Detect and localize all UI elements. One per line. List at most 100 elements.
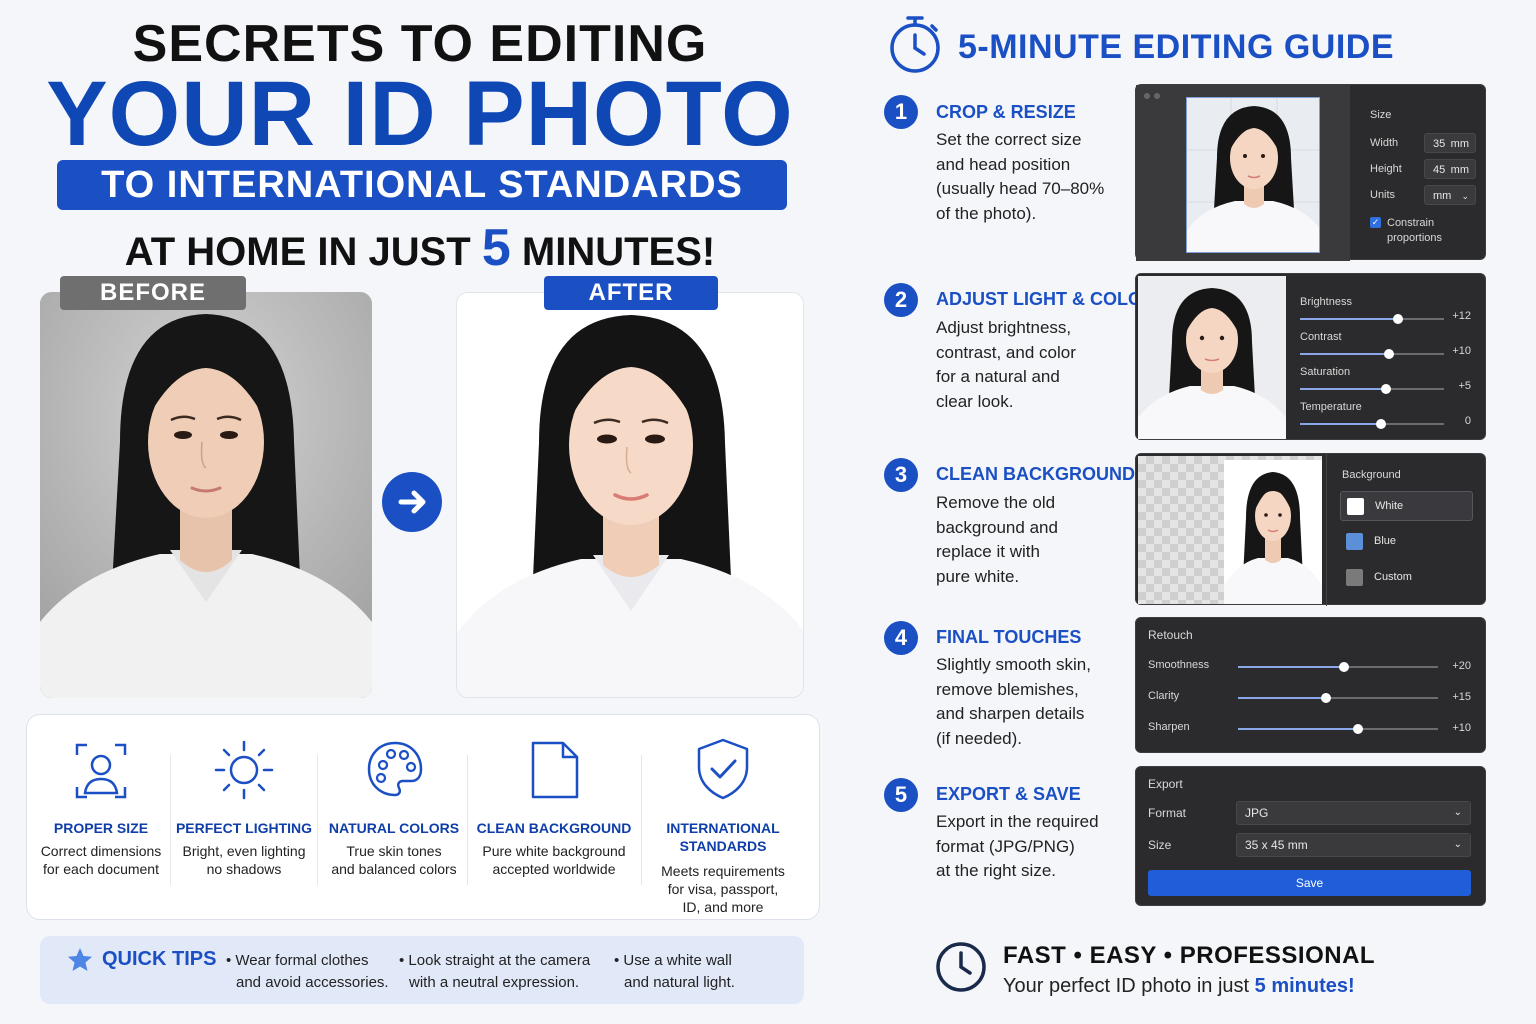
slider-track[interactable] [1300, 384, 1444, 394]
slider-track[interactable] [1300, 419, 1444, 429]
slider-label: Clarity [1148, 690, 1180, 702]
slider-label: Smoothness [1148, 659, 1210, 671]
step-line: and sharpen details [936, 704, 1085, 723]
arrow-right-icon [382, 472, 442, 532]
height-unit: mm [1450, 164, 1469, 176]
palette-icon [367, 741, 423, 797]
step-line: background and [936, 517, 1058, 537]
star-icon [68, 948, 92, 971]
background-option-label: White [1375, 500, 1404, 512]
footer-title: FAST • EASY • PROFESSIONAL [1003, 942, 1376, 969]
constrain-checkbox[interactable]: ✓ [1370, 217, 1381, 228]
tip-item: • Wear formal clothes and avoid accessor… [226, 950, 389, 994]
slider-handle[interactable] [1339, 662, 1349, 672]
after-portrait [457, 293, 803, 697]
crop-panel: Size Width 35 mm Height 45 mm Units mm ⌄ ✓ … [1135, 84, 1486, 261]
slider-value: +12 [1452, 310, 1471, 322]
headline-line4-a: AT HOME IN JUST [124, 230, 482, 274]
size-value: 35 x 45 mm [1245, 838, 1308, 852]
step-line: Remove the old [936, 493, 1056, 512]
feature-desc-1: Meets requirements [661, 863, 785, 879]
step-title: CLEAN BACKGROUND [936, 464, 1135, 484]
step-number: 4 [884, 621, 918, 655]
color-swatch [1346, 569, 1363, 586]
slider-handle[interactable] [1353, 724, 1363, 734]
before-label: BEFORE [60, 276, 246, 310]
slider-handle[interactable] [1384, 349, 1395, 359]
after-label: AFTER [544, 276, 718, 310]
quick-tips-title: QUICK TIPS [102, 948, 217, 970]
background-section-label: Background [1342, 469, 1401, 481]
step-description: Set the correct size and head position (… [936, 128, 1126, 226]
export-panel: Export Format JPG ⌄ Size 35 x 45 mm ⌄ Save [1135, 766, 1486, 906]
width-input[interactable]: 35 mm [1424, 133, 1476, 153]
slider-track[interactable] [1300, 349, 1444, 359]
feature-clean-background: CLEAN BACKGROUND Pure white background a… [469, 715, 639, 921]
headline-line4: AT HOME IN JUST 5 MINUTES! [0, 218, 840, 278]
size-section-label: Size [1370, 109, 1392, 121]
light-color-panel: Brightness +12 Contrast +10 Saturation +5 Temp… [1135, 273, 1486, 440]
footer-sub-b: 5 minutes! [1254, 975, 1355, 997]
feature-desc-1: Pure white background [482, 843, 626, 859]
step-line: clear look. [936, 391, 1014, 411]
step-description: Export in the required format (JPG/PNG) … [936, 810, 1126, 884]
before-portrait [40, 292, 372, 698]
chevron-down-icon: ⌄ [1453, 807, 1462, 818]
width-unit: mm [1450, 138, 1469, 150]
step-number: 5 [884, 778, 918, 812]
crop-preview[interactable] [1186, 97, 1320, 253]
slider-label: Temperature [1300, 401, 1362, 413]
slider-label: Contrast [1300, 331, 1342, 343]
feature-desc-2: accepted worldwide [492, 861, 616, 877]
light-preview [1138, 276, 1286, 439]
background-option-label: Custom [1374, 571, 1412, 583]
height-value: 45 [1433, 164, 1446, 176]
background-panel: Background White Blue Custom [1135, 453, 1486, 606]
background-option-white[interactable]: White [1340, 491, 1473, 521]
feature-desc-2: no shadows [206, 861, 282, 877]
slider-track[interactable] [1238, 693, 1438, 703]
color-swatch [1347, 498, 1364, 515]
step-line: (usually head 70–80% [936, 179, 1105, 198]
background-option-custom[interactable]: Custom [1340, 563, 1473, 593]
tip-item: • Look straight at the camera with a neu… [399, 950, 590, 994]
units-select[interactable]: mm ⌄ [1424, 185, 1476, 205]
feature-desc-2: for each document [43, 861, 159, 877]
units-label: Units [1370, 189, 1396, 201]
constrain-label-1: Constrain [1387, 217, 1435, 229]
slider-handle[interactable] [1381, 384, 1392, 394]
slider-value: +10 [1452, 345, 1471, 357]
slider-track[interactable] [1238, 724, 1438, 734]
step-line: contrast, and color [936, 342, 1076, 362]
height-input[interactable]: 45 mm [1424, 159, 1476, 179]
quick-tips: QUICK TIPS • Wear formal clothes and avo… [40, 936, 804, 1004]
step-line: (if needed). [936, 728, 1022, 748]
step-line: at the right size. [936, 861, 1057, 880]
tip-line-1: • Look straight at the camera [399, 952, 591, 969]
format-value: JPG [1245, 806, 1269, 820]
clock-icon [936, 942, 986, 992]
slider-handle[interactable] [1392, 314, 1403, 324]
footer-subtitle: Your perfect ID photo in just 5 minutes! [1003, 975, 1355, 998]
step-description: Slightly smooth skin, remove blemishes, … [936, 653, 1126, 751]
save-button[interactable]: Save [1148, 870, 1471, 896]
width-label: Width [1370, 137, 1399, 149]
document-icon [531, 741, 579, 799]
slider-track[interactable] [1238, 662, 1438, 672]
units-value: mm [1433, 190, 1452, 202]
step-line: remove blemishes, [936, 679, 1079, 699]
format-select[interactable]: JPG ⌄ [1236, 801, 1471, 825]
slider-handle[interactable] [1375, 419, 1386, 429]
step-description: Remove the old background and replace it… [936, 491, 1126, 589]
size-select[interactable]: 35 x 45 mm ⌄ [1236, 833, 1471, 857]
shield-check-icon [697, 738, 749, 800]
feature-desc-1: Correct dimensions [40, 843, 162, 859]
slider-handle[interactable] [1321, 693, 1331, 703]
slider-track[interactable] [1300, 314, 1444, 324]
background-option-blue[interactable]: Blue [1340, 527, 1473, 557]
chevron-down-icon: ⌄ [1453, 839, 1462, 850]
width-value: 35 [1433, 138, 1446, 150]
slider-label: Sharpen [1148, 721, 1190, 733]
background-preview [1224, 460, 1322, 604]
feature-title: PROPER SIZE [53, 820, 149, 836]
